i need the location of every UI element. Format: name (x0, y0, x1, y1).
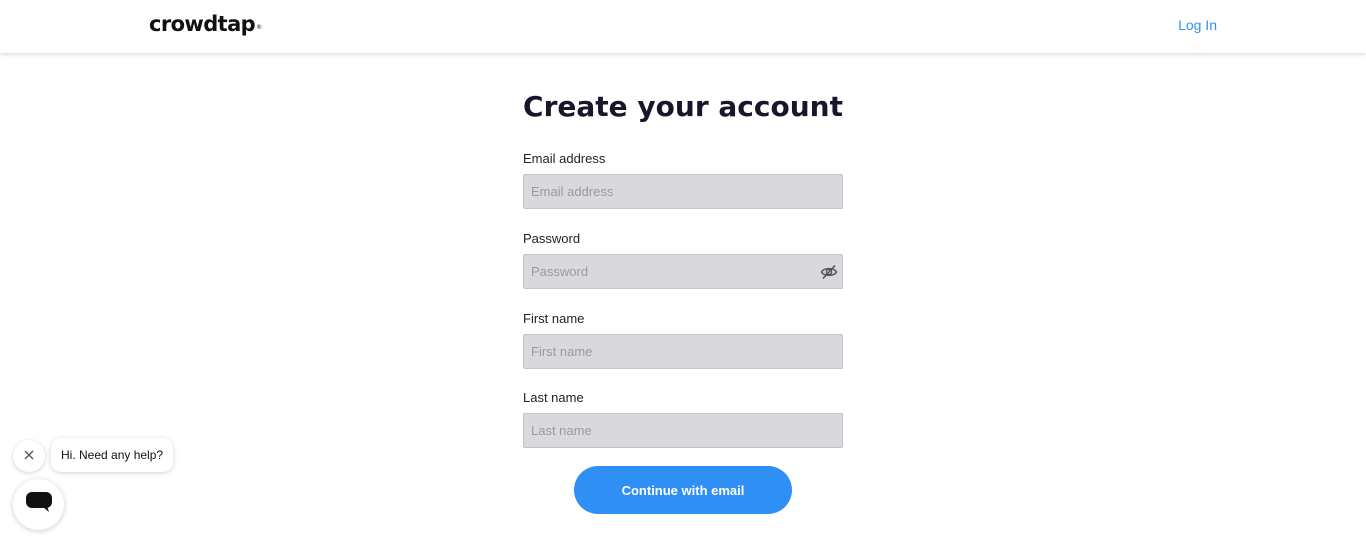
email-label: Email address (523, 151, 606, 166)
password-label: Password (523, 231, 581, 246)
chat-launcher-button[interactable] (13, 479, 64, 530)
logo-text: crowdtap (149, 12, 256, 36)
close-icon (24, 447, 34, 465)
eye-slash-icon[interactable] (820, 263, 838, 281)
email-field[interactable] (523, 174, 843, 209)
last-name-field[interactable] (523, 413, 843, 448)
chat-bubble-icon (25, 490, 53, 519)
first-name-field[interactable] (523, 334, 843, 369)
crowdtap-logo[interactable]: crowdtap® (149, 10, 262, 38)
top-header: crowdtap® Log In (0, 0, 1366, 53)
continue-with-email-button[interactable]: Continue with email (574, 466, 792, 514)
last-name-label: Last name (523, 390, 584, 405)
chat-greeting-bubble[interactable]: Hi. Need any help? (51, 438, 174, 472)
logo-registered-mark: ® (256, 24, 262, 31)
page-title: Create your account (523, 90, 843, 123)
first-name-label: First name (523, 311, 585, 326)
chat-close-button[interactable] (13, 440, 45, 472)
password-field[interactable] (523, 254, 843, 289)
login-link[interactable]: Log In (1178, 16, 1217, 34)
